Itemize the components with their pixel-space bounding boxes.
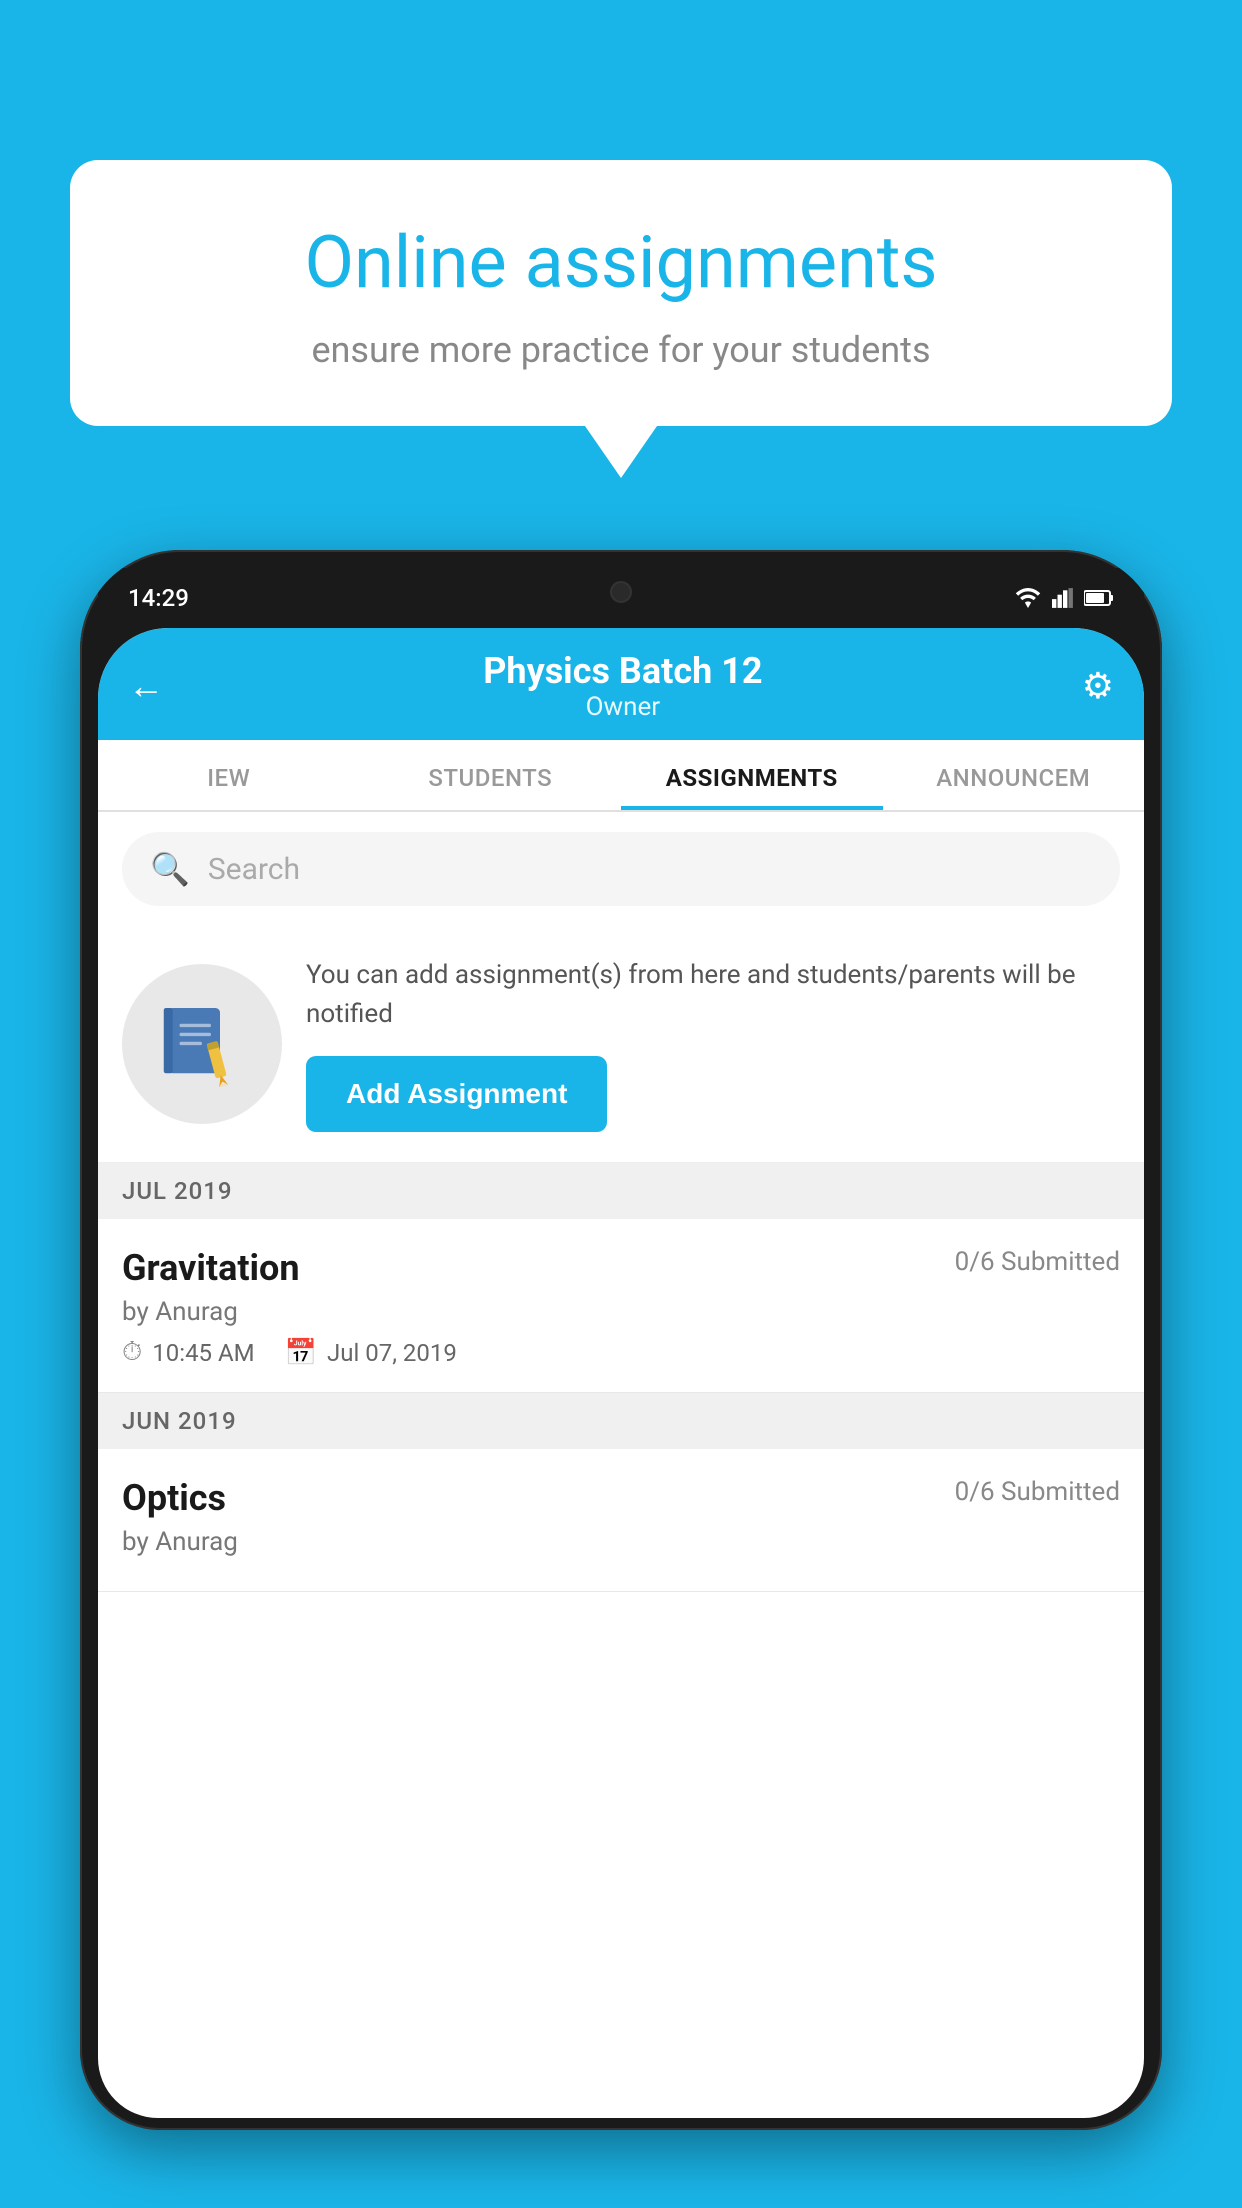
header-subtitle: Owner <box>483 692 762 722</box>
assignment-submitted-gravitation: 0/6 Submitted <box>955 1247 1120 1277</box>
month-header-jul: JUL 2019 <box>98 1163 1144 1219</box>
assignment-author-gravitation: by Anurag <box>122 1297 1120 1327</box>
assignment-time-gravitation: ⏱ 10:45 AM <box>122 1337 255 1368</box>
assignment-title-gravitation: Gravitation <box>122 1247 300 1289</box>
tab-iew[interactable]: IEW <box>98 740 360 810</box>
tab-students[interactable]: STUDENTS <box>360 740 622 810</box>
speech-bubble-arrow <box>585 426 657 478</box>
assignment-title-optics: Optics <box>122 1477 226 1519</box>
header-title: Physics Batch 12 <box>483 650 762 692</box>
phone-wrapper: 14:29 <box>80 550 1162 2208</box>
search-container: 🔍 Search <box>98 812 1144 926</box>
tab-announcements[interactable]: ANNOUNCEM <box>883 740 1145 810</box>
notebook-icon-circle <box>122 964 282 1124</box>
phone-outer: 14:29 <box>80 550 1162 2130</box>
assignment-date-gravitation: 📅 Jul 07, 2019 <box>285 1338 457 1368</box>
add-assignment-description: You can add assignment(s) from here and … <box>306 956 1120 1034</box>
speech-bubble-subtitle: ensure more practice for your students <box>130 329 1112 371</box>
battery-icon <box>1084 589 1114 607</box>
gear-icon[interactable]: ⚙ <box>1082 665 1114 707</box>
month-header-jun: JUN 2019 <box>98 1393 1144 1449</box>
assignment-top-row: Gravitation 0/6 Submitted <box>122 1247 1120 1289</box>
search-placeholder-text: Search <box>208 852 300 887</box>
phone-camera <box>610 581 632 603</box>
status-icons <box>1014 588 1114 608</box>
notebook-icon <box>157 999 247 1089</box>
wifi-icon <box>1014 588 1042 608</box>
phone-screen: ← Physics Batch 12 Owner ⚙ IEW STUDENTS … <box>98 628 1144 2118</box>
assignment-submitted-optics: 0/6 Submitted <box>955 1477 1120 1507</box>
tabs-bar: IEW STUDENTS ASSIGNMENTS ANNOUNCEM <box>98 740 1144 812</box>
search-icon: 🔍 <box>150 850 190 888</box>
tab-assignments[interactable]: ASSIGNMENTS <box>621 740 883 810</box>
assignment-top-row-optics: Optics 0/6 Submitted <box>122 1477 1120 1519</box>
phone-top-bar: 14:29 <box>98 568 1144 628</box>
search-bar[interactable]: 🔍 Search <box>122 832 1120 906</box>
header-title-block: Physics Batch 12 Owner <box>483 650 762 722</box>
status-time: 14:29 <box>128 584 189 612</box>
speech-bubble-title: Online assignments <box>130 220 1112 305</box>
calendar-icon: 📅 <box>285 1338 317 1368</box>
assignment-item-gravitation[interactable]: Gravitation 0/6 Submitted by Anurag ⏱ 10… <box>98 1219 1144 1393</box>
phone-notch <box>541 568 701 616</box>
add-assignment-right: You can add assignment(s) from here and … <box>306 956 1120 1132</box>
back-button[interactable]: ← <box>128 668 164 704</box>
add-assignment-section: You can add assignment(s) from here and … <box>98 926 1144 1163</box>
assignment-author-optics: by Anurag <box>122 1527 1120 1557</box>
signal-icon <box>1052 588 1074 608</box>
assignment-item-optics[interactable]: Optics 0/6 Submitted by Anurag <box>98 1449 1144 1592</box>
clock-icon: ⏱ <box>122 1337 142 1368</box>
speech-bubble: Online assignments ensure more practice … <box>70 160 1172 426</box>
speech-bubble-container: Online assignments ensure more practice … <box>70 160 1172 478</box>
assignment-meta-gravitation: ⏱ 10:45 AM 📅 Jul 07, 2019 <box>122 1337 1120 1368</box>
add-assignment-button[interactable]: Add Assignment <box>306 1056 607 1132</box>
app-header: ← Physics Batch 12 Owner ⚙ <box>98 628 1144 740</box>
